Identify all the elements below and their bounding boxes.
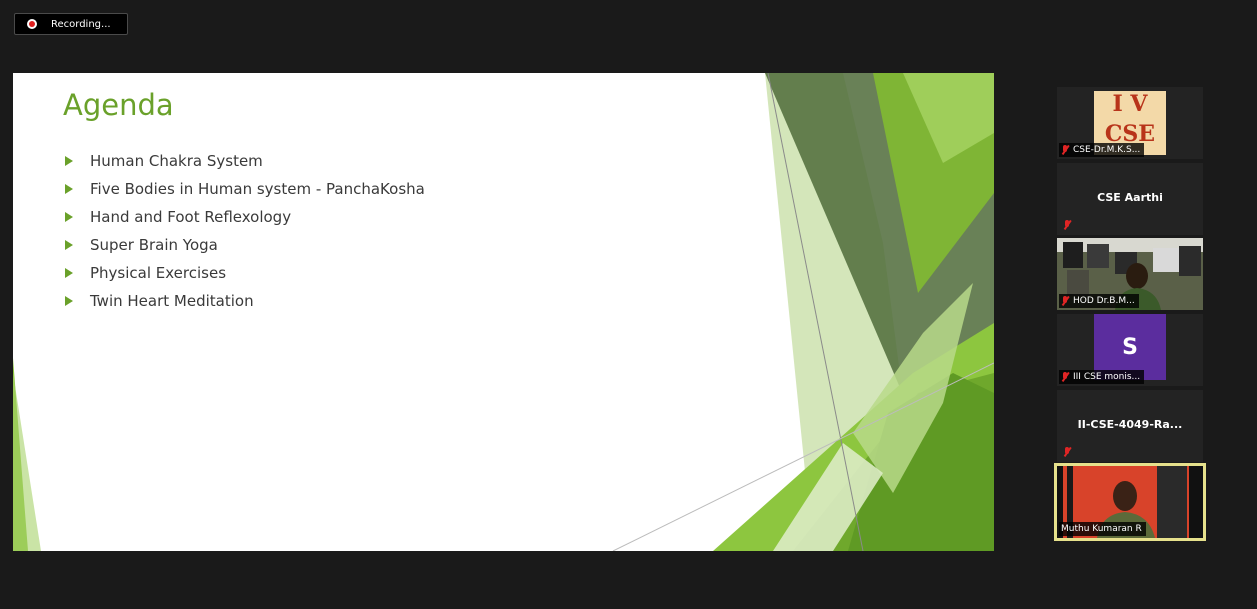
agenda-item: Five Bodies in Human system - PanchaKosh…	[65, 175, 425, 203]
mic-muted-icon	[1061, 296, 1069, 306]
triangle-bullet-icon	[65, 156, 73, 166]
participant-name: CSE Aarthi	[1097, 191, 1163, 204]
recording-indicator[interactable]: Recording...	[14, 13, 128, 35]
mic-muted-icon	[1061, 145, 1069, 155]
participant-name-tag: III CSE monis...	[1059, 370, 1145, 384]
triangle-bullet-icon	[65, 268, 73, 278]
agenda-list: Human Chakra System Five Bodies in Human…	[65, 147, 425, 315]
agenda-item: Super Brain Yoga	[65, 231, 425, 259]
slide-title: Agenda	[63, 88, 174, 122]
participant-tile[interactable]: CSE Aarthi	[1057, 163, 1203, 235]
triangle-bullet-icon	[65, 212, 73, 222]
agenda-item: Hand and Foot Reflexology	[65, 203, 425, 231]
participant-name: II-CSE-4049-Ra...	[1077, 418, 1183, 431]
mic-muted-icon	[1063, 220, 1071, 230]
participant-name-tag: Muthu Kumaran R	[1059, 522, 1146, 536]
agenda-item: Physical Exercises	[65, 259, 425, 287]
agenda-item: Human Chakra System	[65, 147, 425, 175]
shared-screen-slide: Agenda Human Chakra System Five Bodies i…	[13, 73, 994, 551]
triangle-bullet-icon	[65, 184, 73, 194]
participant-tile[interactable]: HOD Dr.B.M...	[1057, 238, 1203, 310]
participant-name-tag: CSE-Dr.M.K.S...	[1059, 143, 1145, 157]
mic-muted-icon	[1061, 372, 1069, 382]
participant-tile[interactable]: S III CSE monis...	[1057, 314, 1203, 386]
participant-name-tag: HOD Dr.B.M...	[1059, 294, 1139, 308]
triangle-bullet-icon	[65, 296, 73, 306]
agenda-item: Twin Heart Meditation	[65, 287, 425, 315]
triangle-bullet-icon	[65, 240, 73, 250]
active-speaker-tile[interactable]: Muthu Kumaran R	[1054, 463, 1206, 541]
participant-tile[interactable]: II-CSE-4049-Ra...	[1057, 390, 1203, 462]
mic-muted-icon	[1063, 447, 1071, 457]
participant-tile[interactable]: I V CSE CSE-Dr.M.K.S...	[1057, 87, 1203, 159]
record-icon	[27, 19, 37, 29]
recording-label: Recording...	[51, 18, 111, 30]
